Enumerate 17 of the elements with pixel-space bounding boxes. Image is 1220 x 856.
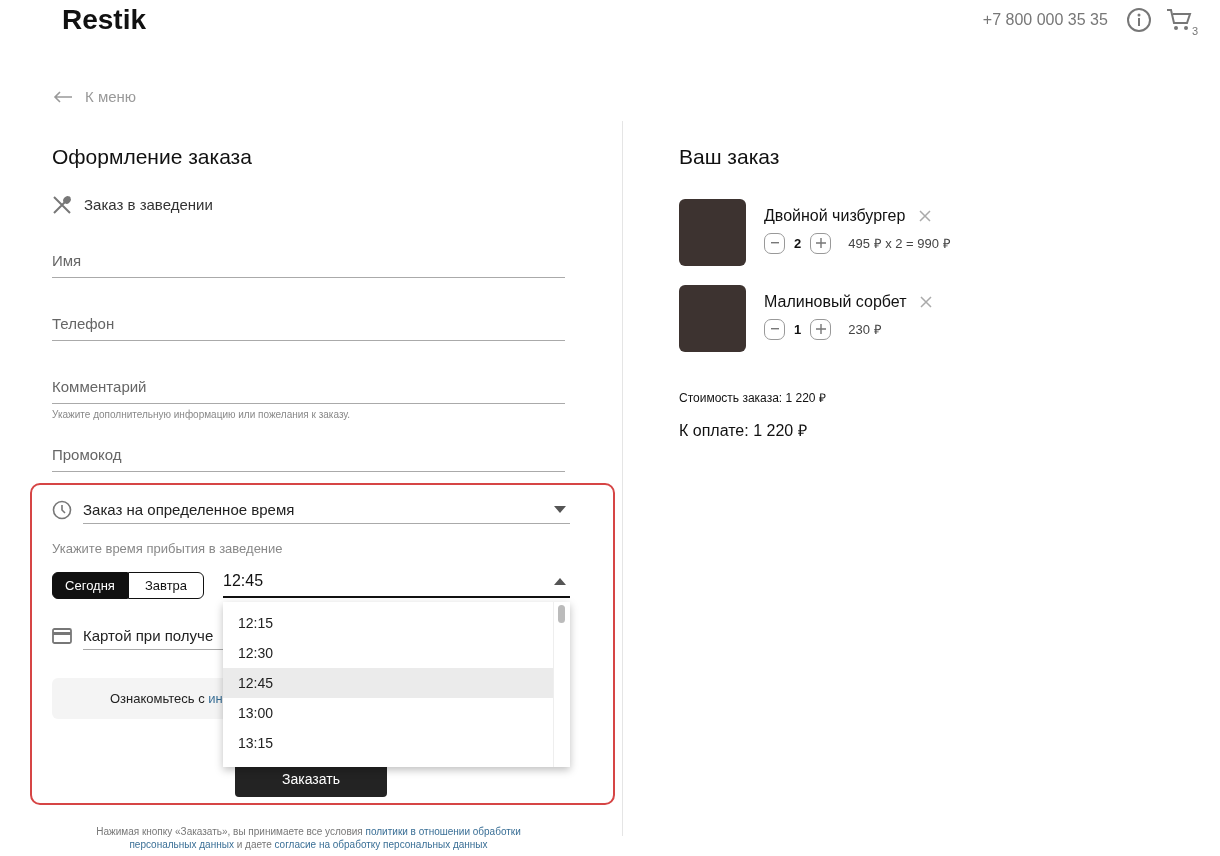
arrival-hint: Укажите время прибытия в заведение (52, 540, 284, 556)
checkout-title: Оформление заказа (52, 144, 253, 169)
order-subtotal: Стоимость заказа: 1 220 ₽ (679, 389, 827, 406)
quantity: 2 (794, 235, 802, 251)
item-price: 230 ₽ (848, 321, 882, 338)
info-text: Ознакомьтесь с ин (110, 690, 223, 706)
cart-count: 3 (1191, 25, 1198, 37)
consent-text: Нажимая кнопку «Заказать», вы принимаете все условия политики в отношении обработки (95, 824, 522, 838)
order-type-label: Заказ в заведении (84, 196, 213, 213)
item-price: 495 ₽ x 2 = 990 ₽ (848, 235, 951, 252)
consent-text: персональных данных и даете согласие на обработку персональных данных (128, 837, 489, 851)
order-total: К оплате: 1 220 ₽ (679, 420, 808, 441)
item-name: Двойной чизбургер (764, 206, 906, 225)
item-name: Малиновый сорбет (764, 292, 907, 311)
quantity: 1 (794, 321, 802, 337)
field-hint: Укажите дополнительную информацию или пожелания к заказу. (52, 408, 352, 420)
order-title: Ваш заказ (679, 144, 781, 169)
